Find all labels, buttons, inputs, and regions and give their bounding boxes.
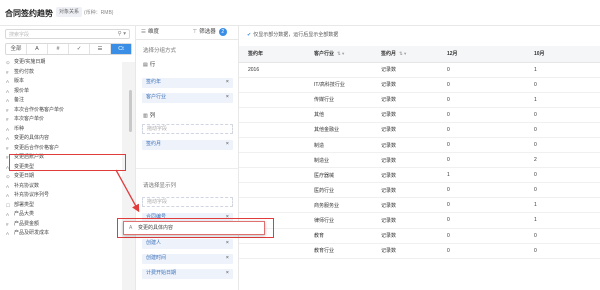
drag-arrow	[115, 169, 140, 213]
text-type-icon: A	[129, 225, 133, 231]
ghost-label: 变更的具体内容	[138, 225, 174, 231]
dragged-field-ghost[interactable]: A 变更的具体内容	[123, 221, 265, 235]
